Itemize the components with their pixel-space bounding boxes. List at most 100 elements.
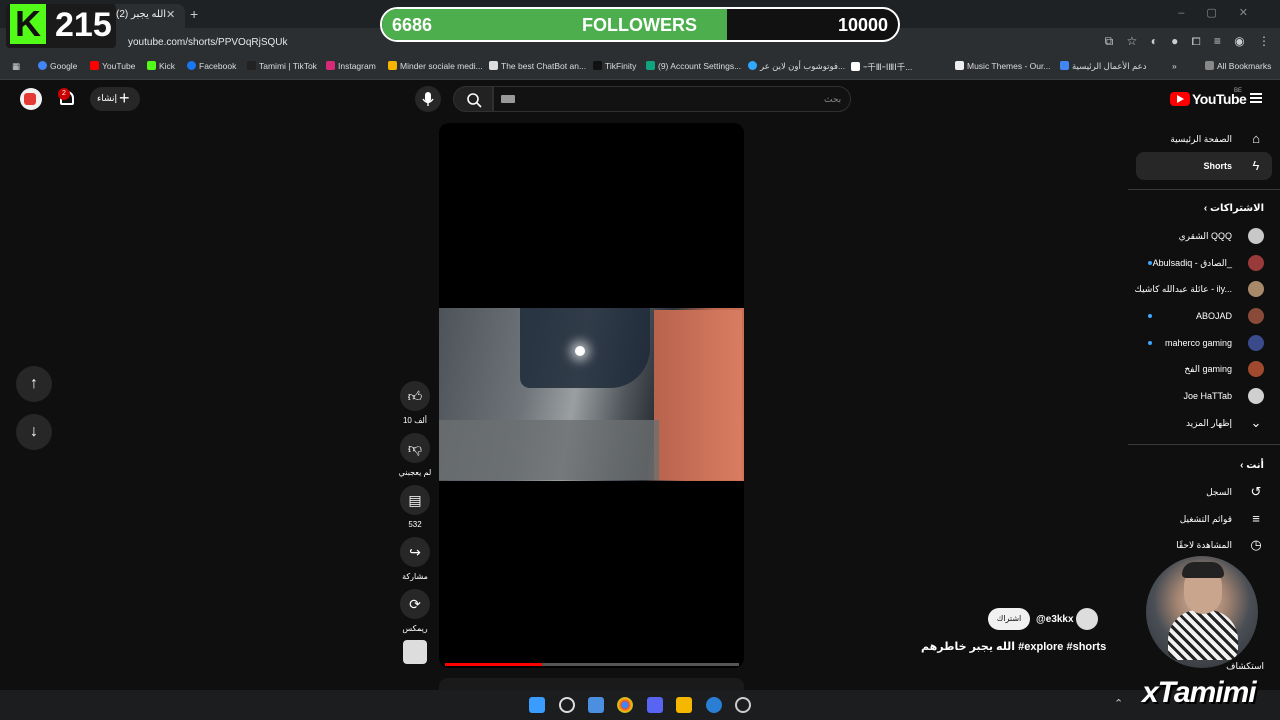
search-icon — [467, 93, 482, 108]
sidebar-item-sub-2[interactable]: Abulsadiq - الصادق_ — [1153, 258, 1232, 269]
sidebar-item-shorts[interactable]: Shorts — [1203, 161, 1232, 171]
notification-badge: 2 — [58, 88, 70, 100]
bookmark-music-themes[interactable]: Music Themes - Our... — [955, 61, 1050, 71]
microphone-icon — [422, 92, 434, 106]
new-content-dot — [1148, 261, 1152, 265]
video-sky — [520, 308, 650, 388]
sound-thumbnail[interactable] — [403, 640, 427, 664]
bookmark-instagram[interactable]: Instagram — [326, 61, 376, 71]
share-icon: ↪ — [409, 544, 421, 560]
bookmark-google[interactable]: Google — [38, 61, 77, 71]
tray-overflow-icon[interactable]: ⌃ — [1114, 697, 1123, 710]
home-icon[interactable]: ⌂ — [1248, 131, 1264, 147]
sidebar-item-sub-4[interactable]: ABOJAD — [1196, 311, 1232, 321]
dislike-button[interactable]: 👎︎ — [400, 433, 430, 463]
bookmark-kick[interactable]: Kick — [147, 61, 175, 71]
sidebar-item-watch-later[interactable]: المشاهدة لاحقًا — [1176, 540, 1232, 551]
bookmark-all[interactable]: All Bookmarks — [1205, 61, 1271, 71]
sidebar-show-more[interactable]: إظهار المزيد — [1186, 418, 1232, 429]
bookmarks-overflow-icon[interactable]: » — [1172, 61, 1177, 71]
progress-fill — [445, 663, 543, 666]
video-light — [575, 346, 585, 356]
obs-icon[interactable] — [735, 697, 751, 713]
previous-short-button[interactable]: ↑ — [16, 366, 52, 402]
bookmark-photoshop[interactable]: فوتوشوب أون لاين عر... — [748, 61, 845, 72]
share-button[interactable]: ↪ — [400, 537, 430, 567]
apps-icon[interactable]: ▦ — [12, 61, 20, 72]
comments-count: 532 — [408, 520, 422, 529]
bookmark-minder[interactable]: Minder sociale medi... — [388, 61, 483, 71]
sidebar-item-history[interactable]: السجل — [1206, 487, 1232, 498]
keyboard-icon[interactable] — [501, 95, 515, 103]
remix-label: ريمكس — [402, 624, 428, 633]
bookmark-chatbot[interactable]: The best ChatBot an... — [489, 61, 586, 71]
comments-button[interactable]: ▤ — [400, 485, 430, 515]
globe-icon[interactable] — [706, 697, 722, 713]
next-short-button[interactable]: ↓ — [16, 414, 52, 450]
share-label: مشاركة — [402, 572, 428, 581]
chrome-icon[interactable] — [617, 697, 633, 713]
sidebar-item-sub-7[interactable]: Joe HaTTab — [1183, 391, 1232, 401]
plus-icon: + — [119, 88, 130, 108]
discord-icon[interactable] — [647, 697, 663, 713]
sidebar-item-sub-6[interactable]: الفخ gaming — [1184, 364, 1232, 375]
webcam-keffiyeh — [1168, 610, 1238, 660]
subscription-avatar — [1248, 255, 1264, 271]
sidebar-item-sub-5[interactable]: maherco gaming — [1165, 338, 1232, 348]
bookmark-tikfinity[interactable]: TikFinity — [593, 61, 636, 71]
tab-title: (2) الله يجبر — [116, 9, 167, 20]
kick-count: 215 — [55, 6, 112, 44]
like-button[interactable]: 👍︎ — [400, 381, 430, 411]
bookmark-account-settings[interactable]: (9) Account Settings... — [646, 61, 741, 71]
search-button[interactable] — [453, 86, 493, 112]
shorts-icon[interactable]: ϟ — [1248, 158, 1264, 174]
video-title[interactable]: الله يجبر خاطرهم #explore #shorts — [921, 640, 1106, 653]
new-tab-icon[interactable]: + — [190, 6, 198, 22]
windows-start-icon[interactable] — [529, 697, 545, 713]
sidebar-divider — [1128, 189, 1280, 190]
you-heading[interactable]: ‹ أنت — [1240, 460, 1264, 471]
sidebar-divider — [1128, 444, 1280, 445]
sidebar-item-home[interactable]: الصفحة الرئيسية — [1170, 134, 1232, 145]
bookmark-business[interactable]: دعم الأعمال الرئيسية — [1060, 61, 1146, 72]
thumbs-up-icon: 👍︎ — [407, 388, 423, 404]
chevron-down-icon[interactable]: ⌄ — [1248, 415, 1264, 431]
file-explorer-icon[interactable] — [588, 697, 604, 713]
webcam-hair — [1182, 562, 1224, 578]
search-icon[interactable] — [559, 697, 575, 713]
channel-avatar[interactable] — [1076, 608, 1098, 630]
clock-icon[interactable]: ◷ — [1248, 537, 1264, 553]
remix-button[interactable]: ⟳ — [400, 589, 430, 619]
new-content-dot — [1148, 314, 1152, 318]
comment-icon: ▤ — [408, 492, 422, 508]
bookmark-tiktok[interactable]: Tamimi | TikTok — [247, 61, 317, 71]
video-wall — [654, 310, 742, 480]
sidebar-item-playlists[interactable]: قوائم التشغيل — [1180, 514, 1232, 525]
bookmark-youtube[interactable]: YouTube — [90, 61, 135, 71]
menu-icon[interactable] — [1250, 93, 1262, 103]
bookmark-facebook[interactable]: Facebook — [187, 61, 236, 71]
sidebar-item-sub-3[interactable]: عائلة عبدالله كاشيك - ily... — [1135, 284, 1233, 295]
subscriptions-heading[interactable]: ‹ الاشتراكات — [1204, 203, 1264, 214]
app-icon[interactable] — [676, 697, 692, 713]
window-controls[interactable]: –▢✕ — [1178, 6, 1270, 19]
sidebar-explore[interactable]: استكشاف — [1226, 661, 1264, 672]
subscription-avatar — [1248, 388, 1264, 404]
bookmark-x[interactable]: ｰ千ⅢｰⅠⅢⅠ千... — [851, 61, 912, 73]
play-icon — [1177, 95, 1184, 103]
followers-goal-bar: 6686 FOLLOWERS 10000 — [380, 7, 900, 42]
tab-close-icon[interactable]: ✕ — [166, 8, 175, 21]
voice-search-button[interactable] — [415, 86, 441, 112]
subscription-avatar — [1248, 281, 1264, 297]
url-field[interactable]: youtube.com/shorts/PPVOqRjSQUk — [128, 37, 288, 48]
subscribe-button[interactable]: اشتراك — [988, 608, 1030, 630]
search-input[interactable] — [493, 86, 851, 112]
playlists-icon[interactable]: ≡ — [1248, 511, 1264, 527]
history-icon[interactable]: ↺ — [1248, 484, 1264, 500]
sidebar-item-sub-1[interactable]: الشقري QQQ — [1179, 231, 1232, 242]
channel-name[interactable]: @e3kkx — [1036, 614, 1074, 625]
extension-icons[interactable]: ⧉ ☆ ◐ ● ⧠ ≡ ◉ ⋮ — [1105, 34, 1270, 49]
subscription-avatar — [1248, 308, 1264, 324]
subscription-avatar — [1248, 335, 1264, 351]
video-ground — [439, 420, 659, 480]
